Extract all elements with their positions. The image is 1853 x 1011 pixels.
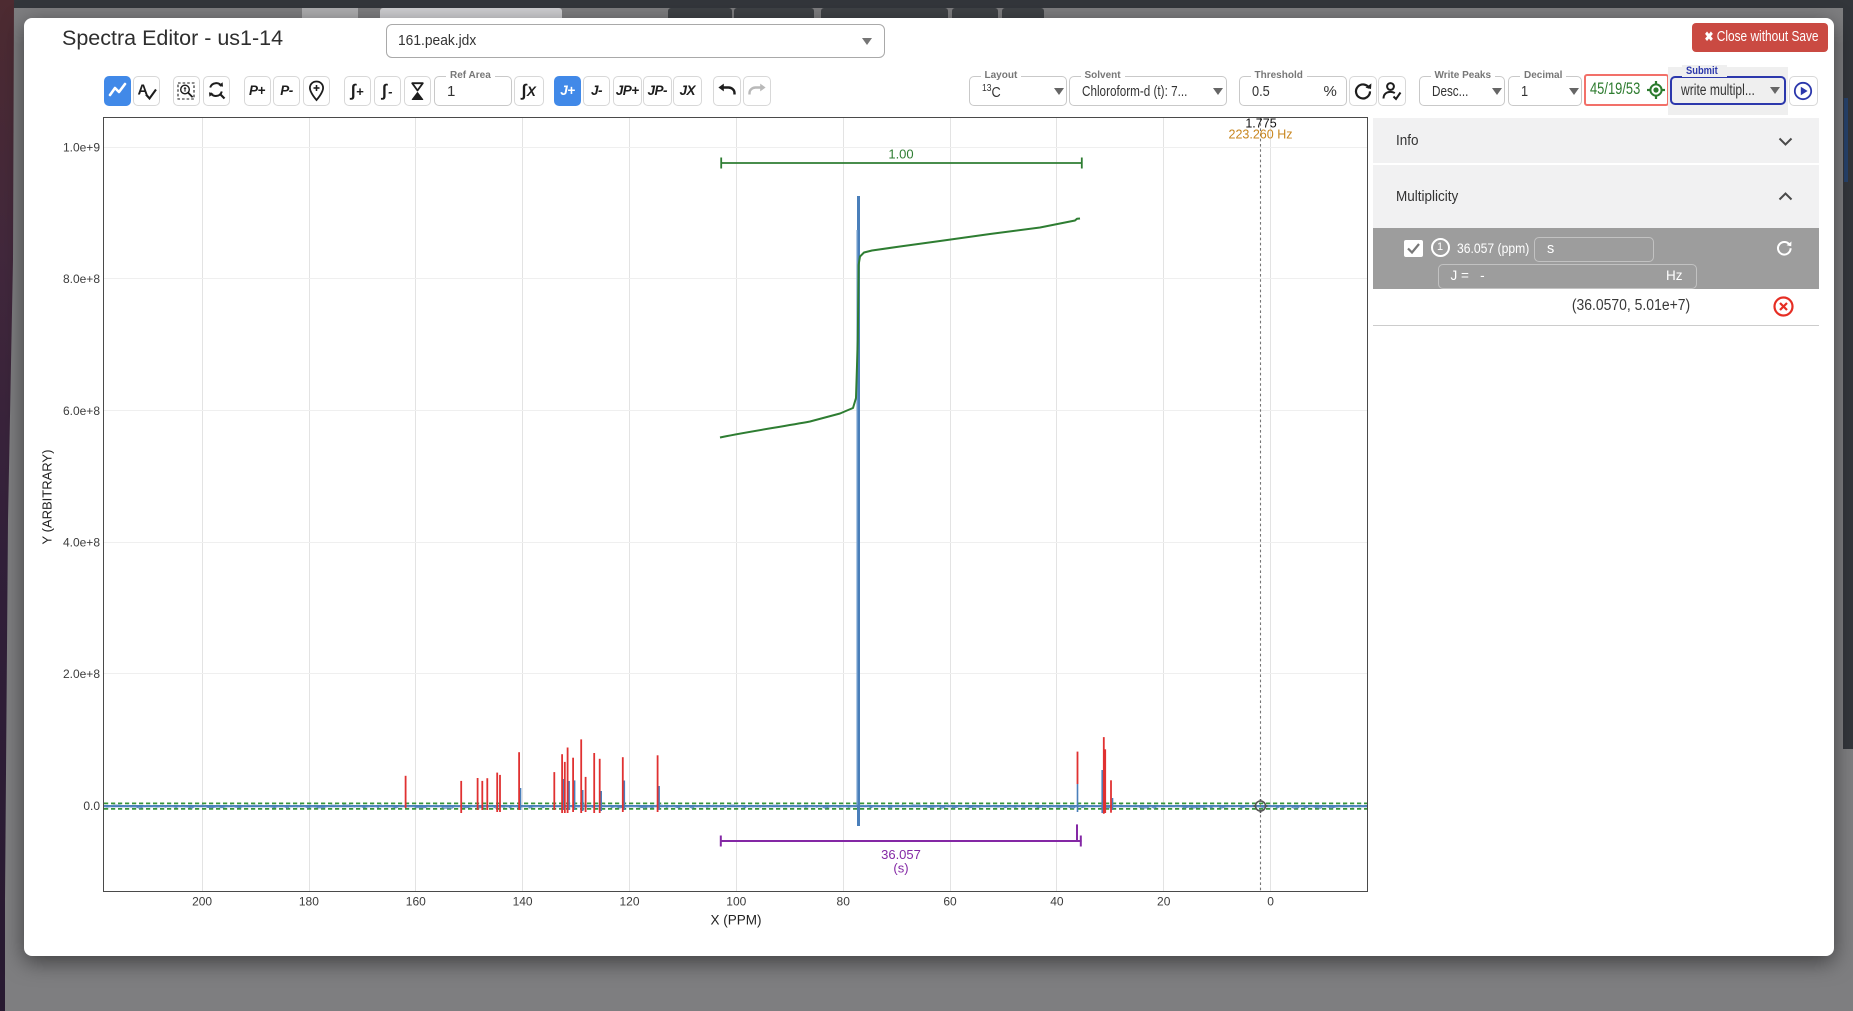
svg-text:8.0e+8: 8.0e+8	[63, 272, 100, 286]
svg-text:2.0e+8: 2.0e+8	[63, 667, 100, 681]
svg-text:(s): (s)	[893, 861, 908, 876]
svg-text:40: 40	[1050, 895, 1064, 909]
svg-text:60: 60	[943, 895, 957, 909]
svg-text:100: 100	[726, 895, 746, 909]
svg-text:1.00: 1.00	[888, 147, 913, 162]
svg-text:20: 20	[1157, 895, 1171, 909]
svg-text:200: 200	[192, 895, 212, 909]
svg-text:4.0e+8: 4.0e+8	[63, 536, 100, 550]
svg-text:0.0: 0.0	[83, 799, 100, 813]
svg-text:1.0e+9: 1.0e+9	[63, 140, 100, 154]
svg-text:120: 120	[619, 895, 639, 909]
svg-text:223.260 Hz: 223.260 Hz	[1229, 128, 1293, 142]
svg-text:80: 80	[837, 895, 851, 909]
svg-text:160: 160	[406, 895, 426, 909]
svg-text:140: 140	[513, 895, 533, 909]
svg-text:0: 0	[1267, 895, 1274, 909]
svg-text:180: 180	[299, 895, 319, 909]
svg-text:Y (ARBITRARY): Y (ARBITRARY)	[40, 450, 55, 545]
svg-text:X (PPM): X (PPM)	[710, 913, 761, 928]
svg-text:6.0e+8: 6.0e+8	[63, 404, 100, 418]
